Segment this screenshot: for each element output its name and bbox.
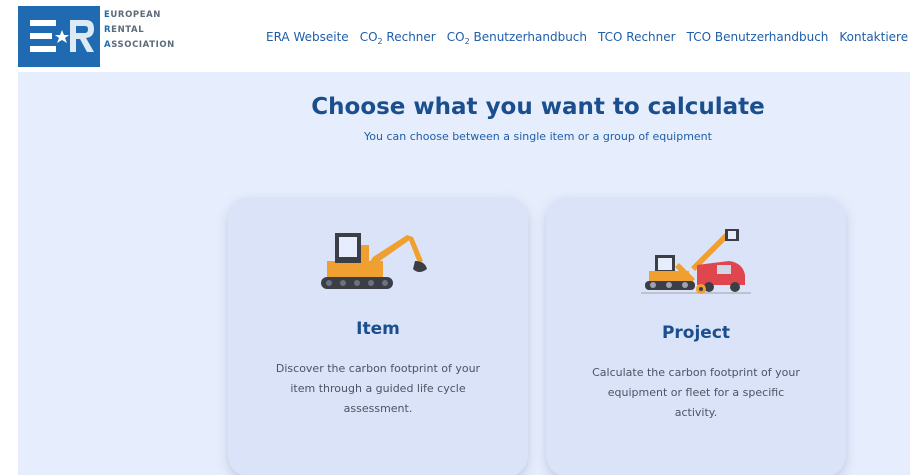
- item-card-description: Discover the carbon footprint of your it…: [275, 362, 481, 415]
- main-content: Choose what you want to calculate You ca…: [18, 72, 910, 475]
- header: EUROPEAN RENTAL ASSOCIATION ERA Webseite…: [0, 0, 910, 72]
- logo-line-european: EUROPEAN: [104, 10, 162, 20]
- era-logo-icon: [18, 6, 100, 67]
- excavator-icon: [313, 227, 443, 297]
- era-logo-text[interactable]: EUROPEAN RENTAL ASSOCIATION: [104, 8, 175, 53]
- project-card-title: Project: [661, 323, 731, 343]
- era-logo-mark[interactable]: [18, 6, 100, 67]
- nav-era-webseite[interactable]: ERA Webseite: [266, 30, 349, 46]
- page-subtitle: You can choose between a single item or …: [364, 130, 712, 143]
- main-nav: ERA Webseite CO2 Rechner CO2 Benutzerhan…: [266, 30, 910, 46]
- nav-co2-benutzerhandbuch[interactable]: CO2 Benutzerhandbuch: [447, 30, 587, 46]
- project-card-description: Calculate the carbon footprint of your e…: [592, 366, 800, 419]
- item-card-title: Item: [356, 319, 400, 339]
- logo-line-association: ASSOCIATION: [104, 40, 175, 50]
- page-title: Choose what you want to calculate: [311, 94, 765, 120]
- machinery-fleet-icon: [631, 227, 761, 297]
- nav-co2-rechner[interactable]: CO2 Rechner: [360, 30, 436, 46]
- project-card[interactable]: Project Calculate the carbon footprint o…: [546, 197, 846, 475]
- nav-tco-rechner[interactable]: TCO Rechner: [598, 30, 676, 46]
- nav-kontaktiere-uns[interactable]: Kontaktiere uns: [839, 30, 910, 46]
- item-card[interactable]: Item Discover the carbon footprint of yo…: [228, 197, 528, 475]
- nav-tco-benutzerhandbuch[interactable]: TCO Benutzerhandbuch: [687, 30, 829, 46]
- logo-line-rental: RENTAL: [104, 25, 145, 35]
